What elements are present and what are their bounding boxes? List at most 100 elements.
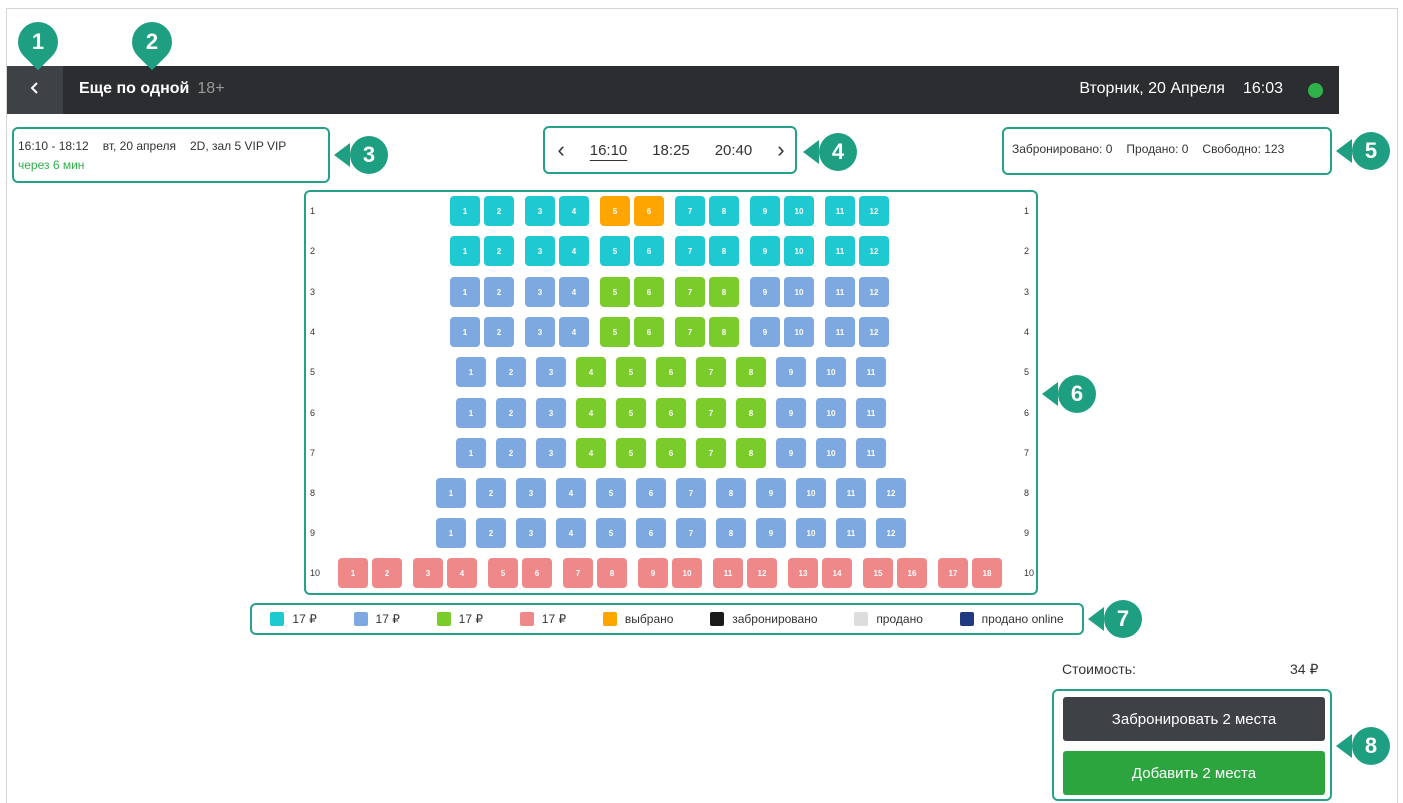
seat[interactable]: 11 bbox=[825, 196, 855, 226]
seat[interactable]: 8 bbox=[709, 196, 739, 226]
seat[interactable]: 1 bbox=[450, 317, 480, 347]
seat[interactable]: 17 bbox=[938, 558, 968, 588]
seat[interactable]: 5 bbox=[600, 317, 630, 347]
seat[interactable]: 4 bbox=[447, 558, 477, 588]
seat[interactable]: 7 bbox=[675, 277, 705, 307]
seat[interactable]: 5 bbox=[596, 518, 626, 548]
reserve-seats-button[interactable]: Забронировать 2 места bbox=[1063, 697, 1325, 741]
seat[interactable]: 10 bbox=[784, 236, 814, 266]
seat[interactable]: 4 bbox=[556, 478, 586, 508]
seat[interactable]: 6 bbox=[656, 357, 686, 387]
seat[interactable]: 9 bbox=[756, 518, 786, 548]
seat[interactable]: 3 bbox=[516, 518, 546, 548]
seat[interactable]: 1 bbox=[456, 357, 486, 387]
seat[interactable]: 7 bbox=[696, 357, 726, 387]
seat[interactable]: 9 bbox=[776, 357, 806, 387]
seat[interactable]: 11 bbox=[825, 236, 855, 266]
seat[interactable]: 12 bbox=[876, 518, 906, 548]
seat[interactable]: 2 bbox=[496, 438, 526, 468]
seat[interactable]: 10 bbox=[796, 518, 826, 548]
seat[interactable]: 1 bbox=[436, 518, 466, 548]
seat[interactable]: 11 bbox=[856, 438, 886, 468]
seat[interactable]: 6 bbox=[656, 398, 686, 428]
seat[interactable]: 7 bbox=[675, 317, 705, 347]
seat[interactable]: 6 bbox=[634, 317, 664, 347]
seat[interactable]: 2 bbox=[484, 277, 514, 307]
seat[interactable]: 8 bbox=[716, 518, 746, 548]
seat[interactable]: 2 bbox=[484, 317, 514, 347]
seat[interactable]: 3 bbox=[413, 558, 443, 588]
seat[interactable]: 1 bbox=[456, 438, 486, 468]
seat[interactable]: 11 bbox=[825, 317, 855, 347]
seat[interactable]: 10 bbox=[816, 357, 846, 387]
seat[interactable]: 3 bbox=[525, 196, 555, 226]
seat[interactable]: 1 bbox=[456, 398, 486, 428]
seat[interactable]: 10 bbox=[796, 478, 826, 508]
seat[interactable]: 3 bbox=[536, 438, 566, 468]
seat[interactable]: 4 bbox=[559, 196, 589, 226]
seat[interactable]: 2 bbox=[496, 357, 526, 387]
seat[interactable]: 6 bbox=[656, 438, 686, 468]
seat[interactable]: 11 bbox=[836, 518, 866, 548]
seat[interactable]: 9 bbox=[756, 478, 786, 508]
seat[interactable]: 1 bbox=[450, 277, 480, 307]
seat[interactable]: 16 bbox=[897, 558, 927, 588]
back-button[interactable] bbox=[7, 66, 63, 114]
seat[interactable]: 10 bbox=[816, 398, 846, 428]
seat[interactable]: 1 bbox=[338, 558, 368, 588]
seat[interactable]: 15 bbox=[863, 558, 893, 588]
seat[interactable]: 5 bbox=[616, 357, 646, 387]
seat[interactable]: 9 bbox=[750, 196, 780, 226]
seat[interactable]: 8 bbox=[597, 558, 627, 588]
seat[interactable]: 9 bbox=[750, 317, 780, 347]
seat[interactable]: 5 bbox=[600, 196, 630, 226]
seat[interactable]: 11 bbox=[836, 478, 866, 508]
seat[interactable]: 10 bbox=[816, 438, 846, 468]
seat[interactable]: 3 bbox=[536, 398, 566, 428]
seat[interactable]: 5 bbox=[596, 478, 626, 508]
seat[interactable]: 9 bbox=[638, 558, 668, 588]
seat[interactable]: 12 bbox=[876, 478, 906, 508]
seat[interactable]: 18 bbox=[972, 558, 1002, 588]
seat[interactable]: 6 bbox=[522, 558, 552, 588]
seat[interactable]: 10 bbox=[672, 558, 702, 588]
seat[interactable]: 9 bbox=[750, 277, 780, 307]
seat[interactable]: 3 bbox=[525, 236, 555, 266]
seat[interactable]: 5 bbox=[600, 236, 630, 266]
seat[interactable]: 5 bbox=[488, 558, 518, 588]
seat[interactable]: 2 bbox=[496, 398, 526, 428]
seat[interactable]: 7 bbox=[675, 196, 705, 226]
seat[interactable]: 12 bbox=[859, 277, 889, 307]
seat[interactable]: 6 bbox=[634, 277, 664, 307]
seat[interactable]: 7 bbox=[676, 518, 706, 548]
seat[interactable]: 8 bbox=[716, 478, 746, 508]
showtime-option[interactable]: 20:40 bbox=[715, 142, 753, 159]
chevron-left-icon[interactable]: ‹ bbox=[557, 137, 564, 163]
seat[interactable]: 3 bbox=[525, 277, 555, 307]
seat[interactable]: 4 bbox=[559, 277, 589, 307]
seat[interactable]: 7 bbox=[676, 478, 706, 508]
seat[interactable]: 12 bbox=[747, 558, 777, 588]
seat[interactable]: 12 bbox=[859, 317, 889, 347]
seat[interactable]: 4 bbox=[576, 357, 606, 387]
seat[interactable]: 4 bbox=[576, 438, 606, 468]
seat[interactable]: 4 bbox=[556, 518, 586, 548]
seat[interactable]: 6 bbox=[636, 478, 666, 508]
seat[interactable]: 7 bbox=[696, 438, 726, 468]
seat[interactable]: 1 bbox=[450, 196, 480, 226]
seat[interactable]: 2 bbox=[476, 478, 506, 508]
seat[interactable]: 3 bbox=[525, 317, 555, 347]
seat[interactable]: 12 bbox=[859, 196, 889, 226]
chevron-right-icon[interactable]: › bbox=[777, 137, 784, 163]
seat[interactable]: 2 bbox=[372, 558, 402, 588]
seat[interactable]: 1 bbox=[450, 236, 480, 266]
seat[interactable]: 5 bbox=[600, 277, 630, 307]
seat[interactable]: 6 bbox=[634, 236, 664, 266]
seat[interactable]: 2 bbox=[484, 236, 514, 266]
seat[interactable]: 5 bbox=[616, 398, 646, 428]
seat[interactable]: 3 bbox=[516, 478, 546, 508]
seat[interactable]: 9 bbox=[750, 236, 780, 266]
seat[interactable]: 9 bbox=[776, 398, 806, 428]
seat[interactable]: 8 bbox=[736, 438, 766, 468]
seat[interactable]: 11 bbox=[713, 558, 743, 588]
